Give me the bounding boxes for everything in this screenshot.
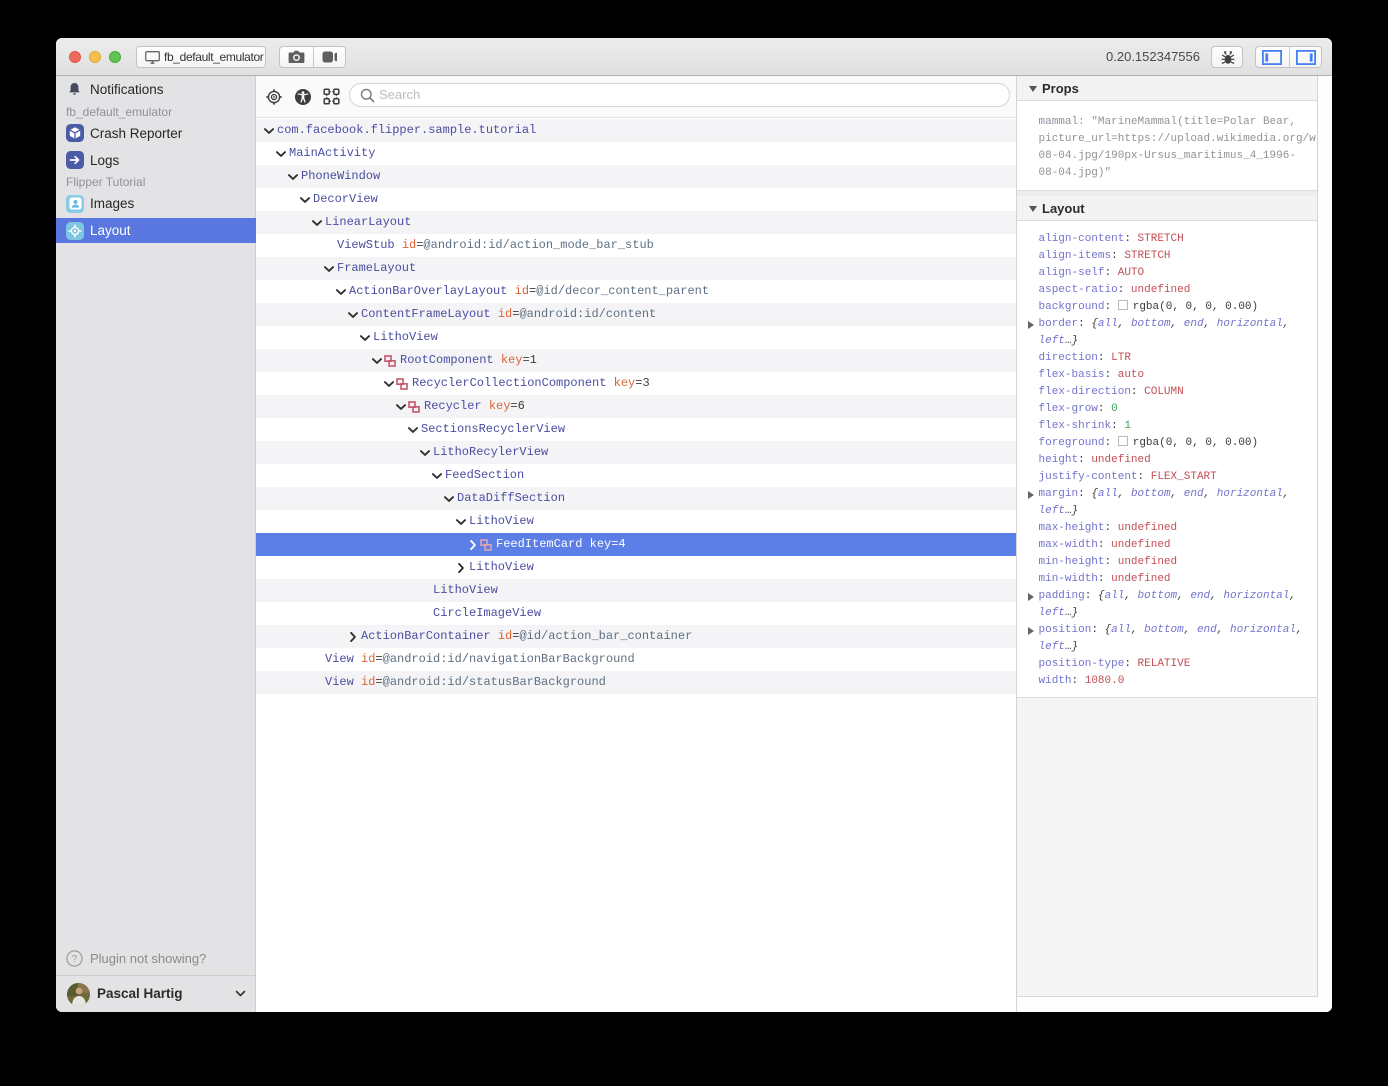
svg-text:?: ?: [72, 954, 78, 965]
